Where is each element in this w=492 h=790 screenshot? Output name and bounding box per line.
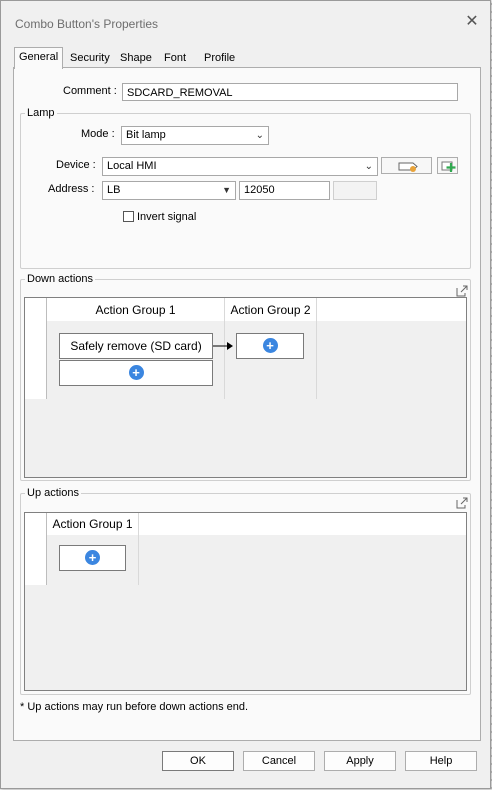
- general-panel: Comment : SDCARD_REMOVAL Lamp Mode : Bit…: [13, 67, 481, 741]
- action-safely-remove[interactable]: Safely remove (SD card): [59, 333, 213, 359]
- plus-icon: +: [85, 550, 100, 565]
- down-group2-add-button[interactable]: +: [236, 333, 304, 359]
- device-settings-button[interactable]: [381, 157, 432, 174]
- comment-input[interactable]: SDCARD_REMOVAL: [122, 83, 458, 101]
- address-input[interactable]: 12050: [239, 181, 330, 200]
- row-header-cell: [25, 321, 46, 399]
- flow-arrow-icon: [213, 342, 233, 350]
- add-device-button[interactable]: [437, 157, 458, 174]
- title-bar[interactable]: Combo Button's Properties ✕: [1, 1, 490, 34]
- device-value: Local HMI: [107, 160, 157, 172]
- mode-select[interactable]: Bit lamp ⌄: [121, 126, 269, 145]
- invert-signal-label[interactable]: Invert signal: [137, 211, 196, 223]
- device-select[interactable]: Local HMI ⌄: [102, 157, 378, 176]
- tab-shape[interactable]: Shape: [116, 49, 156, 67]
- plus-icon: +: [128, 365, 144, 380]
- add-tag-icon: [441, 161, 456, 172]
- window-title: Combo Button's Properties: [15, 17, 159, 31]
- tab-profile[interactable]: Profile: [200, 49, 239, 67]
- address-extra-field: [333, 181, 377, 200]
- popout-icon[interactable]: [456, 285, 468, 297]
- up-actions-grid: Action Group 1 +: [24, 512, 467, 691]
- down-actions-label: Down actions: [25, 273, 96, 285]
- chevron-down-icon: ⌄: [255, 130, 264, 141]
- plus-icon: +: [262, 338, 278, 353]
- lamp-group: Lamp Mode : Bit lamp ⌄ Device : Local HM…: [20, 107, 471, 269]
- popout-icon[interactable]: [456, 497, 468, 509]
- up-actions-group: Up actions Action Group 1 +: [20, 487, 471, 695]
- down-group1-add-button[interactable]: +: [59, 360, 213, 386]
- mode-value: Bit lamp: [126, 129, 166, 141]
- up-group1-add-button[interactable]: +: [59, 545, 126, 571]
- tab-general[interactable]: General: [14, 47, 64, 69]
- address-label: Address :: [48, 183, 95, 195]
- cancel-button[interactable]: Cancel: [243, 751, 315, 771]
- triangle-down-icon: ▼: [222, 185, 231, 195]
- address-type-select[interactable]: LB ▼: [102, 181, 236, 200]
- tab-font[interactable]: Font: [160, 49, 190, 67]
- help-button[interactable]: Help: [405, 751, 477, 771]
- mode-label: Mode :: [81, 128, 115, 140]
- close-icon[interactable]: ✕: [464, 14, 480, 30]
- up-actions-label: Up actions: [25, 487, 81, 499]
- down-actions-group: Down actions Action Group 1 Action Group…: [20, 273, 471, 481]
- address-type-value: LB: [107, 184, 121, 196]
- lamp-group-label: Lamp: [25, 107, 57, 119]
- tab-security[interactable]: Security: [66, 49, 114, 67]
- apply-button[interactable]: Apply: [324, 751, 396, 771]
- ok-button[interactable]: OK: [162, 751, 234, 771]
- tag-icon: [398, 162, 418, 172]
- note-text: * Up actions may run before down actions…: [20, 701, 249, 713]
- invert-signal-checkbox[interactable]: [123, 211, 134, 222]
- row-header-cell: [25, 535, 46, 585]
- down-actions-grid: Action Group 1 Action Group 2 Safely rem…: [24, 297, 467, 478]
- chevron-down-icon: ⌄: [364, 161, 373, 172]
- device-label: Device :: [56, 159, 96, 171]
- properties-dialog: Combo Button's Properties ✕ General Secu…: [0, 0, 491, 789]
- down-group1-title: Action Group 1: [95, 303, 176, 317]
- up-group1-title: Action Group 1: [52, 517, 133, 531]
- comment-label: Comment :: [63, 85, 117, 97]
- down-group2-title: Action Group 2: [230, 303, 311, 317]
